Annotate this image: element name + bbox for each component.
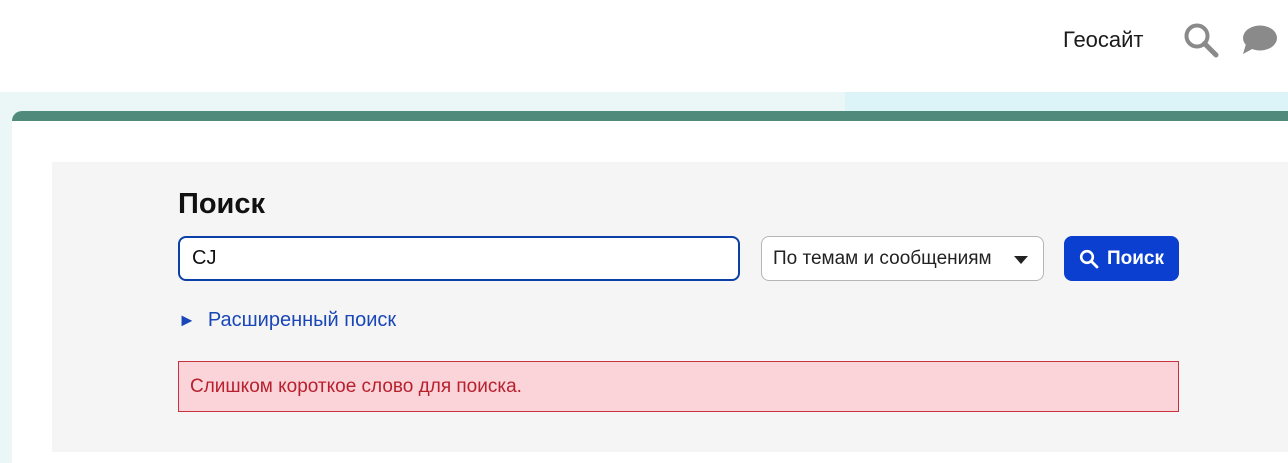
- site-link[interactable]: Геосайт: [1063, 26, 1144, 54]
- search-icon: [1079, 249, 1099, 268]
- page-title: Поиск: [178, 188, 266, 220]
- chat-icon[interactable]: [1240, 23, 1278, 57]
- search-scope-label: По темам и сообщениям: [773, 247, 992, 269]
- advanced-search-toggle[interactable]: ► Расширенный поиск: [178, 309, 396, 332]
- search-icon[interactable]: [1183, 22, 1219, 58]
- search-input[interactable]: [178, 236, 740, 281]
- error-message-box: Слишком короткое слово для поиска.: [178, 361, 1179, 412]
- search-button[interactable]: Поиск: [1064, 236, 1179, 281]
- chevron-down-icon: [1014, 256, 1028, 264]
- search-button-label: Поиск: [1106, 247, 1165, 269]
- top-bar: Геосайт: [0, 0, 1288, 92]
- triangle-right-icon: ►: [178, 310, 196, 330]
- search-scope-select[interactable]: По темам и сообщениям: [761, 236, 1044, 281]
- advanced-search-label: Расширенный поиск: [207, 309, 397, 331]
- error-message: Слишком короткое слово для поиска.: [190, 375, 522, 397]
